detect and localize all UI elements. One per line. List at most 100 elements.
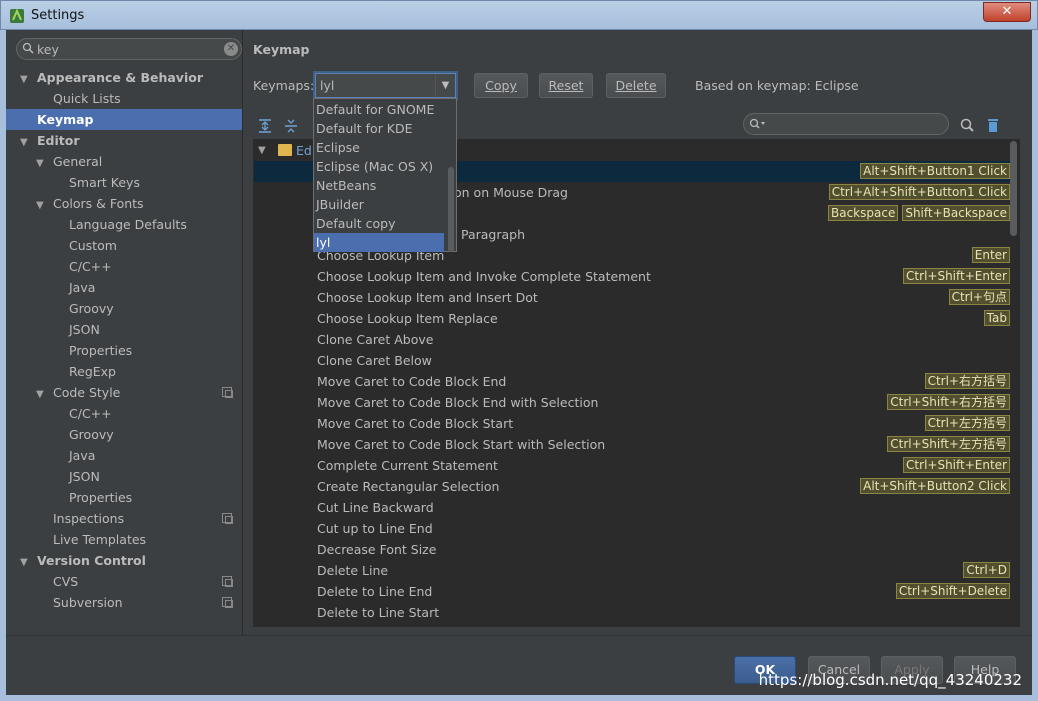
dropdown-option[interactable]: NetBeans xyxy=(314,176,444,195)
shortcut-group: Ctrl+Shift+右方括号 xyxy=(887,394,1010,410)
dropdown-option[interactable]: Default for KDE xyxy=(314,119,444,138)
action-row[interactable]: Delete Line Ctrl+D xyxy=(254,560,1010,581)
action-row[interactable]: Delete to Line End Ctrl+Shift+Delete xyxy=(254,581,1010,602)
based-on-label: Based on keymap: Eclipse xyxy=(695,78,859,93)
sidebar-item-properties[interactable]: Properties xyxy=(6,487,242,508)
action-label: Clone Caret Above xyxy=(317,332,434,347)
action-row[interactable]: Choose Lookup Item and Invoke Complete S… xyxy=(254,266,1010,287)
action-row[interactable]: Move Caret to Code Block End Ctrl+右方括号 xyxy=(254,371,1010,392)
shortcut-group: Ctrl+Shift+Enter xyxy=(903,457,1010,473)
chevron-down-icon[interactable]: ▼ xyxy=(36,153,48,174)
expand-all-icon[interactable] xyxy=(257,118,273,134)
action-row[interactable]: Cut up to Line End xyxy=(254,518,1010,539)
chevron-down-icon[interactable]: ▼ xyxy=(20,69,32,90)
shortcut-group: Ctrl+D xyxy=(963,562,1010,578)
action-label: Delete to Line Start xyxy=(317,605,440,620)
sidebar-item-keymap[interactable]: Keymap xyxy=(6,109,242,130)
sidebar-item-json[interactable]: JSON xyxy=(6,319,242,340)
action-row[interactable]: Decrease Font Size xyxy=(254,539,1010,560)
chevron-down-icon[interactable]: ▼ xyxy=(435,74,455,97)
sidebar-item-cvs[interactable]: CVS xyxy=(6,571,242,592)
sidebar-item-live-templates[interactable]: Live Templates xyxy=(6,529,242,550)
action-row[interactable]: Choose Lookup Item and Insert Dot Ctrl+句点 xyxy=(254,287,1010,308)
keymap-combobox[interactable]: lyl ▼ xyxy=(315,73,456,98)
search-input[interactable]: key ✕ xyxy=(16,38,242,60)
collapse-all-icon[interactable] xyxy=(283,118,299,134)
chevron-down-icon[interactable]: ▼ xyxy=(20,552,32,573)
sidebar-item-general[interactable]: ▼ General xyxy=(6,151,242,172)
action-label: Move Caret to Code Block End with Select… xyxy=(317,395,599,410)
keymap-combobox-value[interactable]: lyl xyxy=(320,78,334,93)
sidebar-item-language-defaults[interactable]: Language Defaults xyxy=(6,214,242,235)
action-row[interactable]: Move Caret to Code Block Start Ctrl+左方括号 xyxy=(254,413,1010,434)
dropdown-option[interactable]: Eclipse xyxy=(314,138,444,157)
chevron-down-icon[interactable]: ▼ xyxy=(36,384,48,405)
find-by-shortcut-icon[interactable] xyxy=(959,117,975,133)
sidebar-item-inspections[interactable]: Inspections xyxy=(6,508,242,529)
action-row[interactable]: Move Caret to Code Block End with Select… xyxy=(254,392,1010,413)
sidebar-item-properties[interactable]: Properties xyxy=(6,340,242,361)
action-row[interactable]: Move Caret to Code Block Start with Sele… xyxy=(254,434,1010,455)
delete-button[interactable]: Delete xyxy=(606,73,666,98)
shortcut-badge: Tab xyxy=(983,310,1010,326)
sidebar-item-groovy[interactable]: Groovy xyxy=(6,298,242,319)
sidebar-item-label: Colors & Fonts xyxy=(53,196,144,211)
shortcut-badge: Ctrl+Shift+Enter xyxy=(903,268,1010,284)
chevron-down-icon[interactable]: ▼ xyxy=(258,140,266,161)
sidebar-item-label: C/C++ xyxy=(69,259,112,274)
page-title: Keymap xyxy=(253,42,310,57)
chevron-down-icon[interactable]: ▼ xyxy=(36,195,48,216)
window-title: Settings xyxy=(31,8,85,23)
sidebar-item-editor[interactable]: ▼ Editor xyxy=(6,130,242,151)
scrollbar[interactable] xyxy=(1010,141,1017,236)
sidebar-item-colors-fonts[interactable]: ▼ Colors & Fonts xyxy=(6,193,242,214)
action-row[interactable]: Clone Caret Above xyxy=(254,329,1010,350)
action-row[interactable]: Create Rectangular Selection Alt+Shift+Bu… xyxy=(254,476,1010,497)
sidebar-item-json[interactable]: JSON xyxy=(6,466,242,487)
close-button[interactable]: ✕ xyxy=(983,2,1031,22)
sidebar-item-smart-keys[interactable]: Smart Keys xyxy=(6,172,242,193)
dropdown-scrollbar[interactable] xyxy=(448,167,454,252)
folder-icon xyxy=(278,144,292,156)
shortcut-badge: Backspace xyxy=(827,205,899,221)
sidebar-item-java[interactable]: Java xyxy=(6,445,242,466)
sidebar-item-custom[interactable]: Custom xyxy=(6,235,242,256)
action-label: Move Caret to Code Block End xyxy=(317,374,507,389)
app-icon xyxy=(10,8,24,23)
action-row[interactable]: Choose Lookup Item Replace Tab xyxy=(254,308,1010,329)
action-filter-input[interactable] xyxy=(743,113,949,135)
action-label: on on Mouse Drag xyxy=(454,185,568,200)
sidebar-item-appearance-behavior[interactable]: ▼ Appearance & Behavior xyxy=(6,67,242,88)
dropdown-option[interactable]: Default for GNOME xyxy=(314,100,444,119)
action-row[interactable]: Cut Line Backward xyxy=(254,497,1010,518)
clear-search-icon[interactable]: ✕ xyxy=(224,42,238,56)
dropdown-option[interactable]: Default copy xyxy=(314,214,444,233)
shortcut-group: Alt+Shift+Button1 Click xyxy=(860,163,1010,179)
dropdown-option[interactable]: lyl xyxy=(314,233,444,252)
sidebar-item-regexp[interactable]: RegExp xyxy=(6,361,242,382)
shortcut-group: Ctrl+Shift+Delete xyxy=(895,583,1010,599)
sidebar-item-code-style[interactable]: ▼ Code Style xyxy=(6,382,242,403)
sidebar-item-version-control[interactable]: ▼ Version Control xyxy=(6,550,242,571)
project-scope-icon xyxy=(222,387,233,398)
trash-icon[interactable] xyxy=(985,117,1001,133)
action-label: Move Caret to Code Block Start with Sele… xyxy=(317,437,606,452)
shortcut-badge: Shift+Backspace xyxy=(902,205,1010,221)
action-row[interactable]: Clone Caret Below xyxy=(254,350,1010,371)
sidebar-item-label: Live Templates xyxy=(53,532,147,547)
sidebar-item-c-c-[interactable]: C/C++ xyxy=(6,256,242,277)
sidebar-item-c-c-[interactable]: C/C++ xyxy=(6,403,242,424)
sidebar-item-java[interactable]: Java xyxy=(6,277,242,298)
dropdown-option[interactable]: JBuilder xyxy=(314,195,444,214)
shortcut-badge: Ctrl+Shift+左方括号 xyxy=(887,436,1010,452)
sidebar-item-subversion[interactable]: Subversion xyxy=(6,592,242,613)
sidebar-item-groovy[interactable]: Groovy xyxy=(6,424,242,445)
copy-button[interactable]: Copy xyxy=(474,73,528,98)
action-row[interactable]: Delete to Line Start xyxy=(254,602,1010,623)
action-row[interactable]: Complete Current Statement Ctrl+Shift+Ent… xyxy=(254,455,1010,476)
chevron-down-icon[interactable]: ▼ xyxy=(20,132,32,153)
sidebar-item-label: Properties xyxy=(69,343,133,358)
sidebar-item-quick-lists[interactable]: Quick Lists xyxy=(6,88,242,109)
dropdown-option[interactable]: Eclipse (Mac OS X) xyxy=(314,157,444,176)
reset-button[interactable]: Reset xyxy=(539,73,593,98)
